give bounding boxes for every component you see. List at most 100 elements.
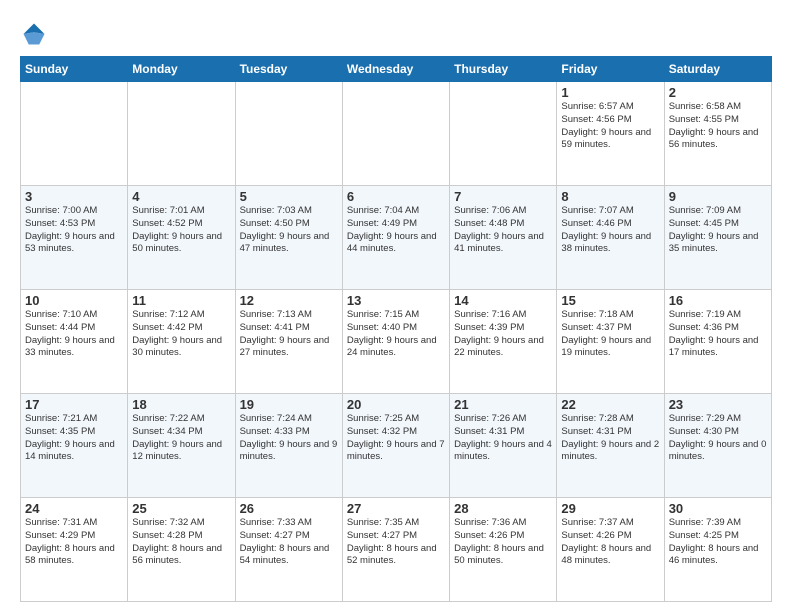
calendar-cell: 3Sunrise: 7:00 AM Sunset: 4:53 PM Daylig… — [21, 186, 128, 290]
calendar-table: SundayMondayTuesdayWednesdayThursdayFrid… — [20, 56, 772, 602]
day-number: 12 — [240, 293, 338, 308]
calendar-cell: 20Sunrise: 7:25 AM Sunset: 4:32 PM Dayli… — [342, 394, 449, 498]
day-number: 20 — [347, 397, 445, 412]
day-number: 22 — [561, 397, 659, 412]
day-info: Sunrise: 7:01 AM Sunset: 4:52 PM Dayligh… — [132, 205, 230, 256]
day-info: Sunrise: 7:16 AM Sunset: 4:39 PM Dayligh… — [454, 309, 552, 360]
day-number: 30 — [669, 501, 767, 516]
calendar-cell: 16Sunrise: 7:19 AM Sunset: 4:36 PM Dayli… — [664, 290, 771, 394]
day-number: 18 — [132, 397, 230, 412]
calendar-cell — [342, 82, 449, 186]
calendar-cell: 28Sunrise: 7:36 AM Sunset: 4:26 PM Dayli… — [450, 498, 557, 602]
calendar-cell: 4Sunrise: 7:01 AM Sunset: 4:52 PM Daylig… — [128, 186, 235, 290]
day-number: 24 — [25, 501, 123, 516]
day-number: 17 — [25, 397, 123, 412]
day-info: Sunrise: 7:07 AM Sunset: 4:46 PM Dayligh… — [561, 205, 659, 256]
day-info: Sunrise: 7:00 AM Sunset: 4:53 PM Dayligh… — [25, 205, 123, 256]
calendar-cell: 9Sunrise: 7:09 AM Sunset: 4:45 PM Daylig… — [664, 186, 771, 290]
calendar-cell: 19Sunrise: 7:24 AM Sunset: 4:33 PM Dayli… — [235, 394, 342, 498]
day-number: 4 — [132, 189, 230, 204]
calendar-cell: 25Sunrise: 7:32 AM Sunset: 4:28 PM Dayli… — [128, 498, 235, 602]
logo-icon — [20, 20, 48, 48]
day-info: Sunrise: 7:13 AM Sunset: 4:41 PM Dayligh… — [240, 309, 338, 360]
calendar-cell: 12Sunrise: 7:13 AM Sunset: 4:41 PM Dayli… — [235, 290, 342, 394]
day-number: 29 — [561, 501, 659, 516]
weekday-header-tuesday: Tuesday — [235, 57, 342, 82]
calendar-cell: 22Sunrise: 7:28 AM Sunset: 4:31 PM Dayli… — [557, 394, 664, 498]
day-info: Sunrise: 7:31 AM Sunset: 4:29 PM Dayligh… — [25, 517, 123, 568]
calendar-cell: 23Sunrise: 7:29 AM Sunset: 4:30 PM Dayli… — [664, 394, 771, 498]
calendar-cell — [21, 82, 128, 186]
day-number: 21 — [454, 397, 552, 412]
day-number: 1 — [561, 85, 659, 100]
day-info: Sunrise: 7:39 AM Sunset: 4:25 PM Dayligh… — [669, 517, 767, 568]
calendar-cell: 11Sunrise: 7:12 AM Sunset: 4:42 PM Dayli… — [128, 290, 235, 394]
weekday-header-sunday: Sunday — [21, 57, 128, 82]
calendar-cell — [128, 82, 235, 186]
calendar-week-2: 3Sunrise: 7:00 AM Sunset: 4:53 PM Daylig… — [21, 186, 772, 290]
calendar-cell: 15Sunrise: 7:18 AM Sunset: 4:37 PM Dayli… — [557, 290, 664, 394]
weekday-header-friday: Friday — [557, 57, 664, 82]
calendar-cell: 2Sunrise: 6:58 AM Sunset: 4:55 PM Daylig… — [664, 82, 771, 186]
day-info: Sunrise: 7:19 AM Sunset: 4:36 PM Dayligh… — [669, 309, 767, 360]
calendar-cell — [450, 82, 557, 186]
calendar-cell: 17Sunrise: 7:21 AM Sunset: 4:35 PM Dayli… — [21, 394, 128, 498]
day-number: 26 — [240, 501, 338, 516]
day-info: Sunrise: 7:22 AM Sunset: 4:34 PM Dayligh… — [132, 413, 230, 464]
day-info: Sunrise: 7:28 AM Sunset: 4:31 PM Dayligh… — [561, 413, 659, 464]
calendar-cell: 7Sunrise: 7:06 AM Sunset: 4:48 PM Daylig… — [450, 186, 557, 290]
day-info: Sunrise: 7:33 AM Sunset: 4:27 PM Dayligh… — [240, 517, 338, 568]
calendar-cell: 24Sunrise: 7:31 AM Sunset: 4:29 PM Dayli… — [21, 498, 128, 602]
day-number: 2 — [669, 85, 767, 100]
day-info: Sunrise: 7:03 AM Sunset: 4:50 PM Dayligh… — [240, 205, 338, 256]
day-info: Sunrise: 7:37 AM Sunset: 4:26 PM Dayligh… — [561, 517, 659, 568]
day-info: Sunrise: 7:24 AM Sunset: 4:33 PM Dayligh… — [240, 413, 338, 464]
day-number: 5 — [240, 189, 338, 204]
weekday-header-wednesday: Wednesday — [342, 57, 449, 82]
day-info: Sunrise: 7:35 AM Sunset: 4:27 PM Dayligh… — [347, 517, 445, 568]
day-number: 6 — [347, 189, 445, 204]
day-number: 9 — [669, 189, 767, 204]
calendar-cell: 30Sunrise: 7:39 AM Sunset: 4:25 PM Dayli… — [664, 498, 771, 602]
day-info: Sunrise: 7:12 AM Sunset: 4:42 PM Dayligh… — [132, 309, 230, 360]
day-number: 28 — [454, 501, 552, 516]
calendar-cell: 21Sunrise: 7:26 AM Sunset: 4:31 PM Dayli… — [450, 394, 557, 498]
day-info: Sunrise: 7:21 AM Sunset: 4:35 PM Dayligh… — [25, 413, 123, 464]
day-number: 23 — [669, 397, 767, 412]
day-info: Sunrise: 6:58 AM Sunset: 4:55 PM Dayligh… — [669, 101, 767, 152]
calendar-cell: 27Sunrise: 7:35 AM Sunset: 4:27 PM Dayli… — [342, 498, 449, 602]
calendar-week-3: 10Sunrise: 7:10 AM Sunset: 4:44 PM Dayli… — [21, 290, 772, 394]
weekday-header-monday: Monday — [128, 57, 235, 82]
day-info: Sunrise: 6:57 AM Sunset: 4:56 PM Dayligh… — [561, 101, 659, 152]
day-info: Sunrise: 7:25 AM Sunset: 4:32 PM Dayligh… — [347, 413, 445, 464]
weekday-header-thursday: Thursday — [450, 57, 557, 82]
day-number: 16 — [669, 293, 767, 308]
day-info: Sunrise: 7:09 AM Sunset: 4:45 PM Dayligh… — [669, 205, 767, 256]
page: SundayMondayTuesdayWednesdayThursdayFrid… — [0, 0, 792, 612]
day-info: Sunrise: 7:29 AM Sunset: 4:30 PM Dayligh… — [669, 413, 767, 464]
calendar-cell: 14Sunrise: 7:16 AM Sunset: 4:39 PM Dayli… — [450, 290, 557, 394]
calendar-cell: 1Sunrise: 6:57 AM Sunset: 4:56 PM Daylig… — [557, 82, 664, 186]
calendar-week-4: 17Sunrise: 7:21 AM Sunset: 4:35 PM Dayli… — [21, 394, 772, 498]
day-number: 25 — [132, 501, 230, 516]
calendar-cell: 13Sunrise: 7:15 AM Sunset: 4:40 PM Dayli… — [342, 290, 449, 394]
day-info: Sunrise: 7:15 AM Sunset: 4:40 PM Dayligh… — [347, 309, 445, 360]
day-info: Sunrise: 7:04 AM Sunset: 4:49 PM Dayligh… — [347, 205, 445, 256]
calendar-cell: 10Sunrise: 7:10 AM Sunset: 4:44 PM Dayli… — [21, 290, 128, 394]
day-info: Sunrise: 7:32 AM Sunset: 4:28 PM Dayligh… — [132, 517, 230, 568]
calendar-cell: 5Sunrise: 7:03 AM Sunset: 4:50 PM Daylig… — [235, 186, 342, 290]
day-info: Sunrise: 7:18 AM Sunset: 4:37 PM Dayligh… — [561, 309, 659, 360]
day-number: 10 — [25, 293, 123, 308]
day-number: 3 — [25, 189, 123, 204]
day-number: 27 — [347, 501, 445, 516]
day-number: 8 — [561, 189, 659, 204]
day-info: Sunrise: 7:36 AM Sunset: 4:26 PM Dayligh… — [454, 517, 552, 568]
calendar-week-5: 24Sunrise: 7:31 AM Sunset: 4:29 PM Dayli… — [21, 498, 772, 602]
day-info: Sunrise: 7:06 AM Sunset: 4:48 PM Dayligh… — [454, 205, 552, 256]
day-number: 7 — [454, 189, 552, 204]
weekday-header-saturday: Saturday — [664, 57, 771, 82]
day-number: 14 — [454, 293, 552, 308]
day-info: Sunrise: 7:26 AM Sunset: 4:31 PM Dayligh… — [454, 413, 552, 464]
day-number: 19 — [240, 397, 338, 412]
day-number: 13 — [347, 293, 445, 308]
